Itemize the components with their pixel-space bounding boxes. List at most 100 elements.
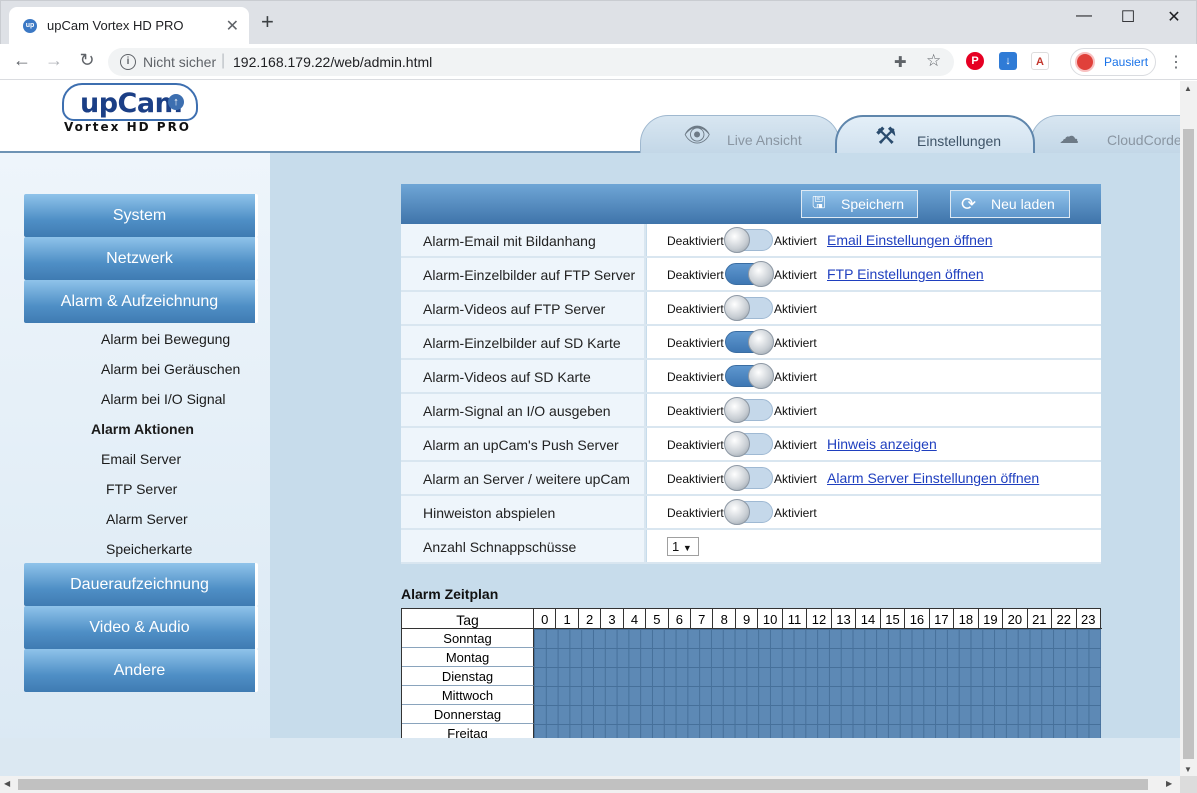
sidebar-sub-ftp-server[interactable]: FTP Server (106, 481, 177, 497)
vertical-scrollbar[interactable]: ▲ ▼ (1180, 81, 1197, 776)
back-icon[interactable]: ← (10, 50, 34, 71)
download-icon[interactable]: ↓ (999, 52, 1017, 70)
vertical-scroll-thumb[interactable] (1183, 129, 1194, 759)
schedule-hour-header[interactable]: 12 (807, 609, 832, 629)
maximize-icon[interactable]: ☐ (1105, 7, 1151, 27)
scroll-up-icon[interactable]: ▲ (1184, 84, 1192, 93)
schedule-hour-header[interactable]: 18 (954, 609, 979, 629)
schedule-hour-header[interactable]: 6 (669, 609, 692, 629)
snapshot-select[interactable]: 1 ▼ (667, 537, 699, 556)
schedule-hour-header[interactable]: 2 (579, 609, 602, 629)
sidebar-sub-alarm-aktionen[interactable]: Alarm Aktionen (91, 421, 194, 437)
toggle-knob[interactable] (724, 465, 750, 491)
sidebar-sub-alarm-server[interactable]: Alarm Server (106, 511, 188, 527)
horizontal-scroll-thumb[interactable] (18, 779, 1148, 790)
extension-puzzle-icon[interactable]: ✚ (894, 53, 907, 71)
address-bar[interactable]: i Nicht sicher | 192.168.179.22/web/admi… (108, 48, 954, 76)
bookmark-star-icon[interactable]: ☆ (926, 51, 941, 71)
schedule-day-label[interactable]: Dienstag (402, 667, 534, 686)
tab-cloudcorder[interactable]: ☁ CloudCorder (1030, 115, 1180, 153)
scroll-left-icon[interactable]: ◀ (4, 779, 10, 788)
toggle-knob[interactable] (724, 431, 750, 457)
schedule-hour-header[interactable]: 10 (758, 609, 783, 629)
toggle-knob[interactable] (724, 227, 750, 253)
info-icon[interactable]: i (120, 54, 136, 70)
schedule-day-label[interactable]: Montag (402, 648, 534, 667)
horizontal-scrollbar[interactable]: ◀ ▶ (0, 776, 1180, 793)
settings-link[interactable]: FTP Einstellungen öffnen (827, 266, 984, 282)
save-button[interactable]: 🖫 Speichern (801, 190, 918, 218)
toggle-switch[interactable] (724, 295, 773, 321)
schedule-hour-header[interactable]: 16 (905, 609, 930, 629)
security-label[interactable]: Nicht sicher (143, 54, 216, 70)
toggle-knob[interactable] (748, 363, 774, 389)
pinterest-icon[interactable]: P (966, 52, 984, 70)
toggle-knob[interactable] (748, 261, 774, 287)
sidebar-item-alarm-aufzeichnung[interactable]: Alarm & Aufzeichnung (24, 280, 258, 323)
sidebar-item-video-audio[interactable]: Video & Audio (24, 606, 258, 649)
scroll-down-icon[interactable]: ▼ (1184, 765, 1192, 774)
reload-button[interactable]: ⟳ Neu laden (950, 190, 1070, 218)
schedule-hour-header[interactable]: 5 (646, 609, 669, 629)
browser-tab[interactable]: up upCam Vortex HD PRO ✕ (9, 7, 249, 45)
sidebar-item-netzwerk[interactable]: Netzwerk (24, 237, 258, 280)
schedule-day-label[interactable]: Donnerstag (402, 705, 534, 724)
schedule-hour-header[interactable]: 15 (881, 609, 906, 629)
toggle-switch[interactable] (724, 499, 773, 525)
profile-button[interactable]: Pausiert (1070, 48, 1156, 76)
tab-live-ansicht[interactable]: 👁 Live Ansicht (640, 115, 840, 153)
url-text[interactable]: 192.168.179.22/web/admin.html (233, 54, 432, 70)
schedule-hour-header[interactable]: 4 (624, 609, 647, 629)
schedule-hour-header[interactable]: 23 (1077, 609, 1101, 629)
schedule-hour-header[interactable]: 9 (736, 609, 759, 629)
settings-link[interactable]: Alarm Server Einstellungen öffnen (827, 470, 1039, 486)
schedule-hour-header[interactable]: 22 (1052, 609, 1077, 629)
schedule-hour-header[interactable]: 0 (534, 609, 557, 629)
schedule-day-label[interactable]: Mittwoch (402, 686, 534, 705)
schedule-hour-header[interactable]: 7 (691, 609, 714, 629)
schedule-hour-header[interactable]: 21 (1028, 609, 1053, 629)
sidebar-sub-email-server[interactable]: Email Server (101, 451, 181, 467)
schedule-hour-header[interactable]: 19 (979, 609, 1004, 629)
schedule-hour-header[interactable]: 3 (601, 609, 624, 629)
schedule-hour-header[interactable]: 13 (832, 609, 857, 629)
schedule-hour-header[interactable]: 14 (856, 609, 881, 629)
toggle-knob[interactable] (724, 499, 750, 525)
toggle-switch[interactable] (725, 363, 774, 389)
sidebar-sub-alarm-io[interactable]: Alarm bei I/O Signal (101, 391, 226, 407)
toggle-knob[interactable] (724, 397, 750, 423)
close-tab-icon[interactable]: ✕ (226, 16, 239, 36)
menu-icon[interactable]: ⋮ (1168, 52, 1184, 72)
schedule-hour-header[interactable]: 17 (930, 609, 955, 629)
schedule-grid[interactable] (534, 629, 1101, 749)
schedule-hour-header[interactable]: 11 (783, 609, 808, 629)
toggle-switch[interactable] (725, 329, 774, 355)
settings-link[interactable]: Hinweis anzeigen (827, 436, 937, 452)
sidebar-item-andere[interactable]: Andere (24, 649, 258, 692)
sidebar-sub-alarm-bewegung[interactable]: Alarm bei Bewegung (101, 331, 230, 347)
minimize-icon[interactable]: — (1061, 7, 1107, 25)
toggle-switch[interactable] (724, 227, 773, 253)
forward-icon[interactable]: → (42, 50, 66, 71)
toggle-knob[interactable] (748, 329, 774, 355)
schedule-hour-header[interactable]: 1 (556, 609, 579, 629)
sidebar-sub-alarm-geraeuschen[interactable]: Alarm bei Geräuschen (101, 361, 240, 377)
scroll-right-icon[interactable]: ▶ (1166, 779, 1172, 788)
toggle-switch[interactable] (724, 465, 773, 491)
sidebar-sub-speicherkarte[interactable]: Speicherkarte (106, 541, 192, 557)
schedule-hour-header[interactable]: 20 (1003, 609, 1028, 629)
pdf-icon[interactable]: A (1031, 52, 1049, 70)
sidebar-item-system[interactable]: System (24, 194, 258, 237)
toggle-switch[interactable] (725, 261, 774, 287)
window-close-icon[interactable]: ✕ (1151, 7, 1197, 27)
schedule-hour-header[interactable]: 8 (713, 609, 736, 629)
reload-icon[interactable]: ↻ (75, 50, 99, 71)
tab-einstellungen[interactable]: ⚒ Einstellungen (835, 115, 1035, 155)
settings-link[interactable]: Email Einstellungen öffnen (827, 232, 993, 248)
toggle-knob[interactable] (724, 295, 750, 321)
new-tab-icon[interactable]: + (261, 11, 274, 33)
toggle-switch[interactable] (724, 431, 773, 457)
schedule-day-label[interactable]: Sonntag (402, 629, 534, 648)
sidebar-item-daueraufzeichnung[interactable]: Daueraufzeichnung (24, 563, 258, 606)
toggle-switch[interactable] (724, 397, 773, 423)
